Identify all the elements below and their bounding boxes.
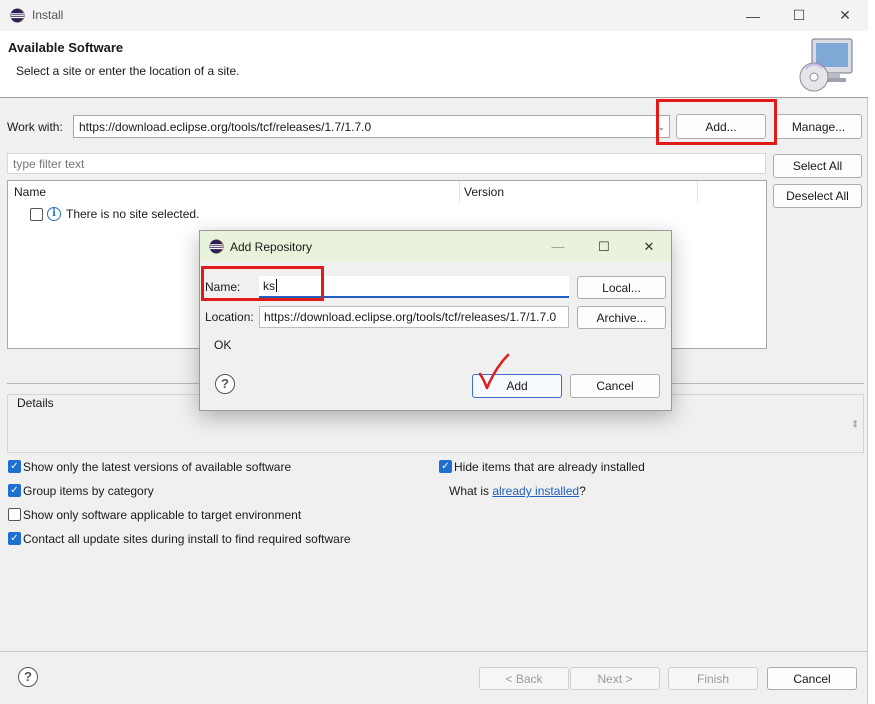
work-with-value: https://download.eclipse.org/tools/tcf/r… [79,120,372,134]
location-label: Location: [205,310,254,324]
contact-sites-label: Contact all update sites during install … [23,532,351,546]
help-icon[interactable]: ? [215,374,235,394]
page-title: Available Software [8,40,124,55]
dialog-title-bar: Add Repository — ☐ ✕ [200,231,671,262]
dialog-minimize-button[interactable]: — [535,231,581,262]
hide-installed-label: Hide items that are already installed [454,460,645,474]
eclipse-icon [10,8,25,23]
row-checkbox[interactable] [30,208,43,221]
work-with-label: Work with: [7,120,63,134]
group-by-category-label: Group items by category [23,484,154,498]
dialog-cancel-button[interactable]: Cancel [570,374,660,398]
finish-button[interactable]: Finish [668,667,758,690]
column-divider[interactable] [697,181,698,203]
back-button[interactable]: < Back [479,667,569,690]
wizard-header: Available Software Select a site or ente… [0,31,868,98]
status-message: OK [214,338,232,352]
details-scrollbar[interactable]: ⇕ [849,401,861,447]
title-bar: Install — ☐ ✕ [0,0,868,31]
group-by-category-checkbox[interactable]: ✓ [8,484,21,497]
info-icon: i [47,207,61,221]
location-field[interactable]: https://download.eclipse.org/tools/tcf/r… [259,306,569,328]
filter-placeholder: type filter text [13,157,85,171]
show-latest-label: Show only the latest versions of availab… [23,460,292,474]
work-with-combo[interactable]: https://download.eclipse.org/tools/tcf/r… [73,115,670,138]
maximize-button[interactable]: ☐ [776,0,822,31]
annotation-highlight-name [201,266,324,301]
dialog-close-button[interactable]: ✕ [626,231,672,262]
archive-button[interactable]: Archive... [577,306,666,329]
deselect-all-button[interactable]: Deselect All [773,184,862,208]
install-banner-icon [799,38,853,92]
what-is-prefix: What is [449,484,493,498]
show-applicable-label: Show only software applicable to target … [23,508,302,522]
already-installed-link[interactable]: already installed [492,484,579,498]
show-latest-checkbox[interactable]: ✓ [8,460,21,473]
close-button[interactable]: ✕ [822,0,868,31]
dialog-maximize-button[interactable]: ☐ [581,231,627,262]
footer-divider [0,651,868,652]
hide-installed-checkbox[interactable]: ✓ [439,460,452,473]
tree-row-text: There is no site selected. [66,207,200,221]
background-window-edge [868,0,875,704]
location-value: https://download.eclipse.org/tools/tcf/r… [264,310,557,324]
what-is-text: What is already installed? [449,484,586,498]
contact-sites-checkbox[interactable]: ✓ [8,532,21,545]
what-is-suffix: ? [579,484,586,498]
page-subtitle: Select a site or enter the location of a… [16,64,240,78]
help-icon[interactable]: ? [18,667,38,687]
window-title: Install [32,8,64,22]
minimize-button[interactable]: — [730,0,776,31]
annotation-highlight-add [656,99,777,145]
show-applicable-checkbox[interactable] [8,508,21,521]
column-divider[interactable] [459,181,460,203]
checkmark-annotation-icon [478,353,510,390]
add-repository-dialog: Add Repository — ☐ ✕ Name: ks Local... L… [199,230,672,411]
cancel-button[interactable]: Cancel [767,667,857,690]
column-header-name[interactable]: Name [14,185,46,199]
local-button[interactable]: Local... [577,276,666,299]
manage-button[interactable]: Manage... [775,114,862,139]
next-button[interactable]: Next > [570,667,660,690]
dialog-title: Add Repository [230,240,313,254]
column-header-version[interactable]: Version [464,185,504,199]
details-label: Details [16,396,55,410]
select-all-button[interactable]: Select All [773,154,862,178]
eclipse-icon [209,239,224,254]
filter-input[interactable]: type filter text [7,153,766,174]
